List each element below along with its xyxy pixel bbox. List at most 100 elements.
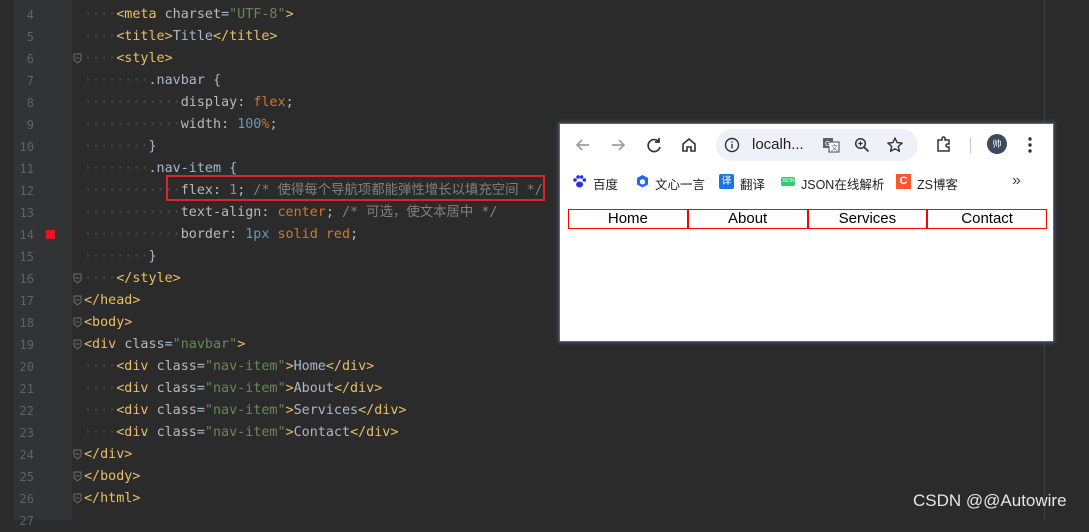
nav-item-home[interactable]: Home [568,209,688,229]
code-line[interactable]: </head> [84,290,140,312]
code-token: = [196,425,205,440]
fold-marker-icon[interactable] [73,317,82,328]
bookmark-wenxin[interactable]: 文心一言 [655,174,705,192]
code-line[interactable]: ····</style> [84,268,181,290]
address-bar[interactable]: localh... G文 [716,129,918,161]
code-token: "navbar" [172,337,238,352]
bookmark-baidu[interactable]: 百度 [593,174,618,192]
forward-arrow-icon[interactable] [607,134,629,156]
code-line[interactable]: <body> [84,312,132,334]
fold-marker-icon[interactable] [73,339,82,350]
line-number: 11 [19,162,34,176]
nav-item-services[interactable]: Services [807,209,928,229]
code-token: class [156,403,197,418]
browser-toolbar: localh... G文 帅 [560,124,1053,166]
indent-guide-dots: ············ [84,227,181,242]
code-line[interactable]: ············text-align: center; /* 可选，使文… [84,202,498,224]
code-token: flex [253,95,286,110]
code-token: border [180,227,230,242]
line-number: 18 [19,316,34,330]
nav-item-contact[interactable]: Contact [927,209,1047,229]
indent-guide-dots: ········ [84,161,149,176]
code-line[interactable]: <div class="navbar"> [84,334,245,356]
code-token: </head> [84,293,141,308]
code-line[interactable]: ····<title>Title</title> [84,26,278,48]
code-token: Home [293,359,326,374]
code-line[interactable]: ········} [84,136,157,158]
code-line[interactable]: ····<div class="nav-item">About</div> [84,378,382,400]
bookmark-star-icon[interactable] [886,136,904,154]
code-line[interactable]: ····<meta charset="UTF-8"> [84,4,294,26]
code-token: Contact [293,425,351,440]
indent-guide-dots: ········ [84,139,149,154]
indent-guide-dots: ···· [84,51,117,66]
translate-page-icon[interactable]: G文 [822,137,840,153]
back-arrow-icon[interactable] [572,134,594,156]
code-token: "nav-item" [204,403,286,418]
fold-marker-icon[interactable] [73,273,82,284]
nav-item-about[interactable]: About [687,209,808,229]
code-line[interactable]: ············width: 100%; [84,114,278,136]
line-number: 12 [19,184,34,198]
zoom-icon[interactable] [854,137,870,153]
code-line[interactable]: ············border: 1px solid red; [84,224,358,246]
line-number: 27 [19,514,34,528]
code-line[interactable]: ········} [84,246,157,268]
code-token: text-align [180,205,262,220]
more-menu-icon[interactable] [1026,136,1034,154]
code-token: class [156,425,197,440]
code-line[interactable]: ····<div class="nav-item">Contact</div> [84,422,398,444]
indent-guide-dots: ···· [84,7,117,22]
indent-guide-dots: ············ [84,117,181,132]
indent-guide-dots: ···· [84,403,117,418]
profile-avatar[interactable]: 帅 [987,134,1007,154]
line-number: 19 [19,338,34,352]
code-token: <style> [116,51,173,66]
fold-marker-icon[interactable] [73,449,82,460]
extensions-puzzle-icon[interactable] [935,135,953,153]
code-token: : [237,95,254,110]
code-token: : [229,227,246,242]
baidu-paw-icon [572,174,587,189]
site-info-icon[interactable] [724,137,740,153]
indent-guide-dots: ···· [84,425,117,440]
code-token: <div [116,381,157,396]
line-number: 22 [19,404,34,418]
code-line[interactable]: ····<div class="nav-item">Services</div> [84,400,407,422]
fold-marker-icon[interactable] [73,471,82,482]
fold-marker-icon[interactable] [73,295,82,306]
code-token: = [221,7,230,22]
toolbar-divider [970,137,971,153]
bookmark-json[interactable]: JSON在线解析 [801,174,884,192]
code-line[interactable]: ····<style> [84,48,173,70]
code-line[interactable]: </body> [84,466,140,488]
code-token: = [196,403,205,418]
code-token: <div [116,403,157,418]
code-token: About [293,381,334,396]
line-number: 17 [19,294,34,308]
line-number: 26 [19,492,34,506]
code-token: </div> [333,381,383,396]
breakpoint-marker[interactable] [46,230,55,239]
code-token: class [124,337,165,352]
bookmarks-overflow-button[interactable]: » [1012,172,1021,190]
bookmark-translate[interactable]: 翻译 [740,174,765,192]
code-token: Title [172,29,213,44]
indent-guide-dots: ············ [84,95,181,110]
home-icon[interactable] [678,134,700,156]
code-line[interactable]: </html> [84,488,140,510]
json-icon: JSON [781,177,795,186]
code-line[interactable]: </div> [84,444,132,466]
fold-marker-icon[interactable] [73,493,82,504]
code-token: charset [164,7,222,22]
code-line[interactable]: ········.navbar { [84,70,221,92]
fold-marker-icon[interactable] [73,53,82,64]
csdn-c-icon: C [896,174,911,189]
code-token: display [180,95,238,110]
code-line[interactable]: ············display: flex; [84,92,294,114]
indent-guide-dots: ········ [84,73,149,88]
code-token: </div> [350,425,399,440]
bookmark-zs-blog[interactable]: ZS博客 [917,174,958,192]
reload-icon[interactable] [643,134,665,156]
code-line[interactable]: ····<div class="nav-item">Home</div> [84,356,374,378]
